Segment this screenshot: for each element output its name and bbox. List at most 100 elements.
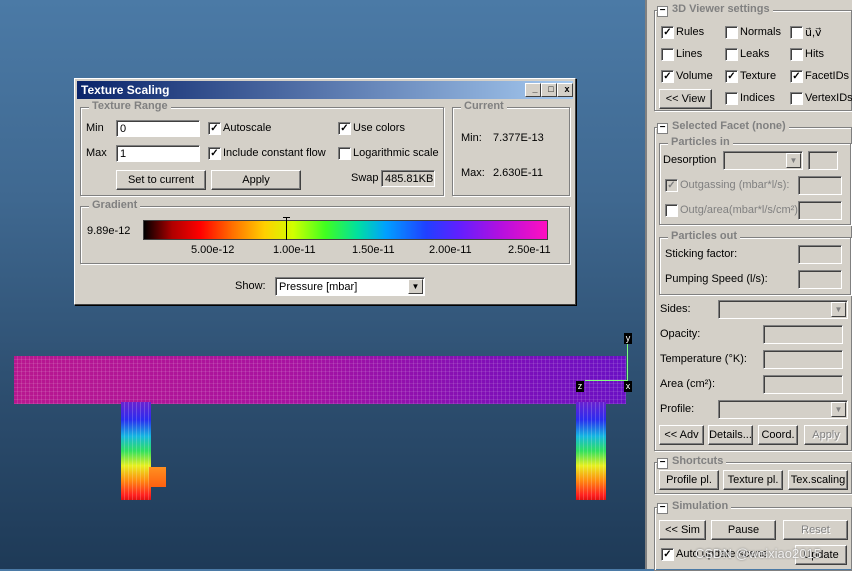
- pause-button[interactable]: Pause: [711, 520, 776, 540]
- collapse-icon[interactable]: −: [657, 503, 668, 514]
- lines-checkbox[interactable]: [661, 48, 674, 61]
- desorption-exponent-field[interactable]: [808, 151, 838, 170]
- chevron-down-icon[interactable]: ▼: [831, 402, 846, 417]
- sticking-factor-label: Sticking factor:: [665, 248, 738, 260]
- pipe-geometry-left-stub: [149, 467, 166, 487]
- apply-button[interactable]: Apply: [211, 170, 301, 190]
- show-select[interactable]: Pressure [mbar] ▼: [275, 277, 425, 296]
- watermark-text: CSDN @weixiao2015: [695, 546, 821, 561]
- min-input[interactable]: 0: [116, 120, 200, 137]
- volume-checkbox[interactable]: ✓: [661, 70, 674, 83]
- collapse-icon[interactable]: −: [657, 6, 668, 17]
- log-scale-checkbox[interactable]: [338, 147, 351, 160]
- current-label: Current: [461, 100, 507, 112]
- hits-checkbox[interactable]: [790, 48, 803, 61]
- vertexids-label: VertexIDs: [805, 92, 852, 104]
- desorption-select[interactable]: ▼: [723, 151, 803, 170]
- z-axis-label: z: [576, 381, 584, 392]
- opacity-label: Opacity:: [660, 328, 701, 340]
- temperature-field[interactable]: [763, 350, 843, 369]
- use-colors-label: Use colors: [353, 122, 405, 134]
- facet-apply-button[interactable]: Apply: [804, 425, 848, 445]
- indices-checkbox[interactable]: [725, 92, 738, 105]
- area-field[interactable]: [763, 375, 843, 394]
- max-input[interactable]: 1: [116, 145, 200, 162]
- shortcuts-header[interactable]: − Shortcuts: [657, 455, 727, 469]
- gradient-label: Gradient: [89, 199, 141, 211]
- texture-checkbox[interactable]: ✓: [725, 70, 738, 83]
- gradient-tick-label: 1.00e-11: [273, 244, 316, 256]
- reset-button[interactable]: Reset: [783, 520, 848, 540]
- include-constant-flow-checkbox[interactable]: ✓: [208, 147, 221, 160]
- collapse-icon[interactable]: −: [657, 123, 668, 134]
- chevron-down-icon[interactable]: ▼: [786, 153, 801, 168]
- current-min-label: Min:: [461, 132, 482, 144]
- normals-label: Normals: [740, 26, 781, 38]
- max-label: Max: [86, 147, 107, 159]
- gradient-tick-label: 2.00e-11: [429, 244, 472, 256]
- viewer-settings-header[interactable]: −3D Viewer settings: [657, 3, 773, 17]
- lines-label: Lines: [676, 48, 703, 60]
- outgassing-checkbox: ✓: [665, 179, 678, 192]
- outg-area-checkbox[interactable]: [665, 204, 678, 217]
- set-to-current-button[interactable]: Set to current: [116, 170, 206, 190]
- profile-select[interactable]: ▼: [718, 400, 848, 419]
- sim-button[interactable]: << Sim: [659, 520, 706, 540]
- autoscale-checkbox[interactable]: ✓: [208, 122, 221, 135]
- gradient-group: Gradient 9.89e-12 5.00e-12 1.00e-11 1.50…: [80, 199, 570, 264]
- swap-label: Swap: [351, 172, 379, 184]
- uv-label: u⃗,v⃗: [805, 27, 822, 39]
- outgassing-field[interactable]: [798, 176, 842, 195]
- right-panel: −3D Viewer settings ✓ Rules Normals u⃗,v…: [645, 0, 852, 571]
- collapse-icon[interactable]: −: [657, 458, 668, 469]
- selected-facet-header[interactable]: − Selected Facet (none): [657, 120, 789, 134]
- autoscale-label: Autoscale: [223, 122, 272, 134]
- volume-label: Volume: [676, 70, 713, 82]
- uv-checkbox[interactable]: [790, 26, 803, 39]
- auto-update-checkbox[interactable]: ✓: [661, 548, 674, 561]
- chevron-down-icon[interactable]: ▼: [408, 279, 423, 294]
- normals-checkbox[interactable]: [725, 26, 738, 39]
- pipe-geometry-right-leg[interactable]: [576, 402, 606, 500]
- particles-out-label: Particles out: [668, 230, 741, 242]
- temperature-label: Temperature (°K):: [660, 353, 747, 365]
- texture-plotter-button[interactable]: Texture pl.: [723, 470, 783, 490]
- profile-label: Profile:: [660, 403, 695, 415]
- minimize-button[interactable]: _: [525, 83, 541, 97]
- dialog-title: Texture Scaling: [81, 83, 170, 97]
- rules-checkbox[interactable]: ✓: [661, 26, 674, 39]
- gradient-start-value: 9.89e-12: [87, 225, 131, 237]
- show-select-value: Pressure [mbar]: [279, 281, 358, 293]
- dialog-title-bar[interactable]: Texture Scaling _ □ x: [77, 81, 573, 99]
- pipe-geometry-horizontal[interactable]: [14, 356, 626, 404]
- facetids-checkbox[interactable]: ✓: [790, 70, 803, 83]
- x-axis-label: x: [624, 381, 632, 392]
- chevron-down-icon[interactable]: ▼: [831, 302, 846, 317]
- use-colors-checkbox[interactable]: ✓: [338, 122, 351, 135]
- gradient-tick-label: 1.50e-11: [352, 244, 395, 256]
- pipe-geometry-left-leg[interactable]: [121, 402, 151, 500]
- facetids-label: FacetIDs: [805, 70, 850, 82]
- area-label: Area (cm²):: [660, 378, 715, 390]
- current-group: Current Min: 7.377E-13 Max: 2.630E-11: [452, 100, 570, 196]
- opacity-field[interactable]: [763, 325, 843, 344]
- pumping-speed-field[interactable]: [798, 270, 842, 289]
- profile-plotter-button[interactable]: Profile pl.: [659, 470, 719, 490]
- current-max-value: 2.630E-11: [493, 167, 543, 179]
- close-button[interactable]: x: [557, 83, 573, 97]
- view-button[interactable]: << View: [659, 89, 712, 109]
- adv-button[interactable]: << Adv: [659, 425, 704, 445]
- outgassing-label: Outgassing (mbar*l/s):: [680, 179, 790, 191]
- log-scale-label: Logarithmic scale: [353, 147, 439, 159]
- sticking-factor-field[interactable]: [798, 245, 842, 264]
- vertexids-checkbox[interactable]: [790, 92, 803, 105]
- sides-select[interactable]: ▼: [718, 300, 848, 319]
- maximize-button[interactable]: □: [541, 83, 557, 97]
- outg-area-field[interactable]: [798, 201, 842, 220]
- simulation-header[interactable]: − Simulation: [657, 500, 732, 514]
- desorption-label: Desorption: [663, 154, 717, 166]
- leaks-checkbox[interactable]: [725, 48, 738, 61]
- details-button[interactable]: Details...: [708, 425, 753, 445]
- texture-scaling-button[interactable]: Tex.scaling: [788, 470, 848, 490]
- coord-button[interactable]: Coord.: [758, 425, 798, 445]
